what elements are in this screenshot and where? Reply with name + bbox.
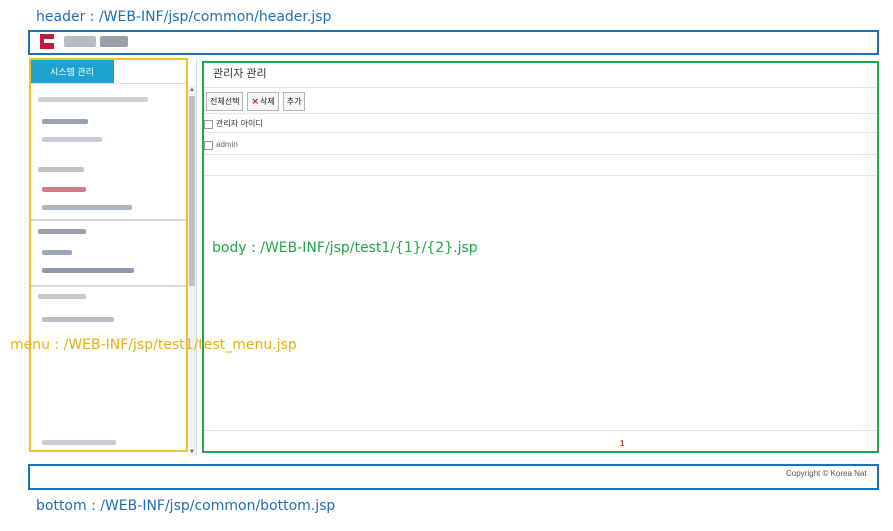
logo-text-blurred (64, 36, 96, 47)
menu-frame (29, 58, 188, 452)
header-frame (28, 30, 879, 55)
scroll-up-icon[interactable]: ▲ (188, 86, 196, 94)
scrollbar-thumb[interactable] (189, 96, 195, 286)
bottom-annotation: bottom : /WEB-INF/jsp/common/bottom.jsp (36, 498, 336, 514)
logo-text-blurred (100, 36, 128, 47)
bottom-frame (28, 464, 879, 490)
menu-scrollbar[interactable]: ▲ ▼ (188, 86, 196, 456)
site-logo[interactable] (40, 33, 130, 51)
scroll-down-icon[interactable]: ▼ (188, 448, 196, 456)
header-annotation: header : /WEB-INF/jsp/common/header.jsp (36, 9, 332, 25)
logo-icon (40, 34, 54, 49)
body-frame (202, 61, 879, 453)
